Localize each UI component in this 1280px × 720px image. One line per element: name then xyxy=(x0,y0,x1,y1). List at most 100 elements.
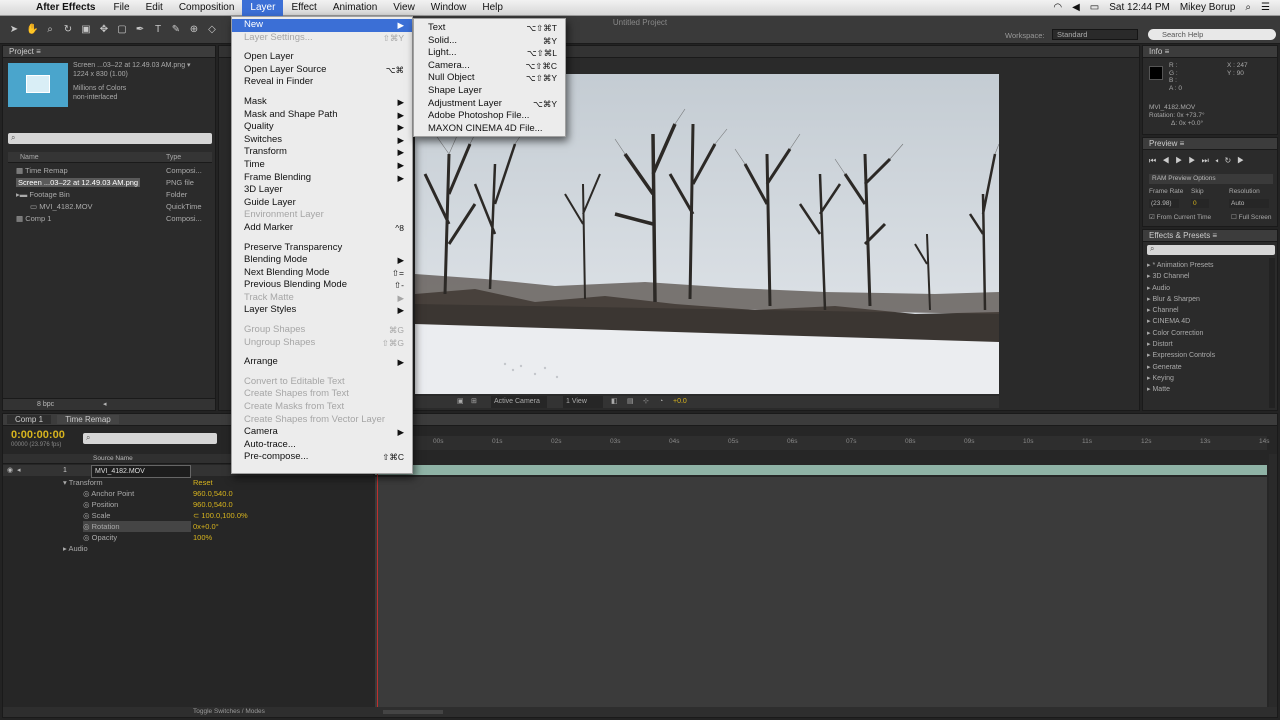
pen-tool-icon[interactable]: ✒ xyxy=(134,24,146,36)
property-rotation[interactable]: ◎ Rotation xyxy=(83,521,191,532)
play-icon[interactable]: ▶ xyxy=(1175,156,1188,165)
layer-menu-item-previous-blending-mode[interactable]: Previous Blending Mode ⇧- xyxy=(232,279,412,292)
layer-menu-item-add-marker[interactable]: Add Marker ^8 xyxy=(232,222,412,235)
menu-layer[interactable]: Layer xyxy=(242,0,284,16)
project-item[interactable]: ▭ MVI_4182.MOV QuickTime xyxy=(8,201,212,213)
layer-menu-item-frame-blending[interactable]: Frame Blending ▶ xyxy=(232,172,412,185)
timeline-toggle-icon[interactable]: ▤ xyxy=(627,396,634,408)
effects-category[interactable]: ▸ Audio xyxy=(1147,283,1215,294)
first-frame-icon[interactable]: ⏮ xyxy=(1149,156,1162,165)
menu-window[interactable]: Window xyxy=(423,0,475,16)
property-opacity[interactable]: ◎ Opacity xyxy=(83,532,117,543)
clone-tool-icon[interactable]: ⊕ xyxy=(188,24,200,36)
effects-category[interactable]: ▸ * Animation Presets xyxy=(1147,260,1215,271)
current-timecode[interactable]: 0:00:00:00 xyxy=(11,429,65,441)
column-name[interactable]: Name xyxy=(20,152,39,163)
audio-toggle-icon[interactable]: ◂ xyxy=(17,465,21,476)
project-item[interactable]: ▦ Comp 1 Composi... xyxy=(8,213,212,225)
menu-animation[interactable]: Animation xyxy=(325,0,385,16)
project-item-selected[interactable]: Screen ...03–22 at 12.49.03 AM.png PNG fi… xyxy=(8,177,212,189)
property-position[interactable]: ◎ Position xyxy=(83,499,118,510)
layer-menu-item-switches[interactable]: Switches ▶ xyxy=(232,134,412,147)
timeline-search-input[interactable]: ⌕ xyxy=(83,433,217,444)
project-search-input[interactable]: ⌕ xyxy=(8,133,212,144)
region-toggle-icon[interactable]: ▣ xyxy=(457,396,464,408)
effects-category[interactable]: ▸ Matte xyxy=(1147,384,1215,395)
layer-menu-item-time[interactable]: Time ▶ xyxy=(232,159,412,172)
timeline-graph-area[interactable] xyxy=(375,477,1267,709)
bpc-toggle[interactable]: 8 bpc xyxy=(37,401,54,408)
opacity-value[interactable]: 100% xyxy=(193,532,212,543)
resolution-select[interactable]: Auto xyxy=(1229,199,1269,208)
type-tool-icon[interactable]: T xyxy=(152,24,164,36)
notification-icon[interactable]: ☰ xyxy=(1261,2,1270,13)
audio-group[interactable]: ▸ Audio xyxy=(63,543,88,554)
effects-category[interactable]: ▸ Generate xyxy=(1147,362,1215,373)
effects-category[interactable]: ▸ CINEMA 4D xyxy=(1147,316,1215,327)
menu-edit[interactable]: Edit xyxy=(138,0,171,16)
tab-time-remap[interactable]: Time Remap xyxy=(57,415,119,424)
views-select[interactable]: 1 View xyxy=(563,396,603,408)
preview-tab[interactable]: Preview ≡ xyxy=(1143,138,1277,150)
reset-exposure-icon[interactable]: ◔ xyxy=(659,396,663,408)
flowchart-icon[interactable]: ⊹ xyxy=(643,396,649,408)
column-type[interactable]: Type xyxy=(166,152,181,163)
info-tab[interactable]: Info ≡ xyxy=(1143,46,1277,58)
layer-menu-item-layer-styles[interactable]: Layer Styles ▶ xyxy=(232,304,412,317)
ram-preview-icon[interactable]: ▶ xyxy=(1237,156,1250,165)
hand-tool-icon[interactable]: ✋ xyxy=(26,24,38,36)
new-submenu-item-solid[interactable]: Solid... ⌘Y xyxy=(414,35,565,48)
menu-effect[interactable]: Effect xyxy=(283,0,324,16)
app-name[interactable]: After Effects xyxy=(36,2,95,13)
layer-menu-item-transform[interactable]: Transform ▶ xyxy=(232,146,412,159)
user-name[interactable]: Mikey Borup xyxy=(1180,2,1236,13)
grid-toggle-icon[interactable]: ⊞ xyxy=(471,396,477,408)
project-tab[interactable]: Project ≡ xyxy=(3,46,215,58)
new-submenu-item-adobe-photoshop-file[interactable]: Adobe Photoshop File... xyxy=(414,110,565,123)
transform-group[interactable]: ▾ Transform xyxy=(63,477,103,488)
transform-reset[interactable]: Reset xyxy=(193,477,213,488)
volume-icon[interactable]: ◀ xyxy=(1072,2,1080,13)
layer-menu-item-pre-compose[interactable]: Pre-compose... ⇧⌘C xyxy=(232,451,412,464)
menu-composition[interactable]: Composition xyxy=(171,0,243,16)
new-submenu-item-camera[interactable]: Camera... ⌥⇧⌘C xyxy=(414,60,565,73)
new-submenu-item-shape-layer[interactable]: Shape Layer xyxy=(414,85,565,98)
spotlight-icon[interactable]: ⌕ xyxy=(1245,2,1251,13)
battery-icon[interactable]: ▭ xyxy=(1090,2,1099,13)
layer-menu-item-guide-layer[interactable]: Guide Layer xyxy=(232,197,412,210)
effects-search-input[interactable]: ⌕ xyxy=(1147,244,1275,255)
toggle-switches-modes[interactable]: Toggle Switches / Modes xyxy=(193,707,265,717)
layer-menu-item-preserve-transparency[interactable]: Preserve Transparency xyxy=(232,242,412,255)
layer-duration-bar[interactable] xyxy=(375,465,1267,475)
selection-tool-icon[interactable]: ➤ xyxy=(8,24,20,36)
effects-category[interactable]: ▸ Channel xyxy=(1147,305,1215,316)
anchor-point-value[interactable]: 960.0,540.0 xyxy=(193,488,233,499)
layer-menu-item-reveal-in-finder[interactable]: Reveal in Finder xyxy=(232,76,412,89)
layer-menu-item-auto-trace[interactable]: Auto-trace... xyxy=(232,439,412,452)
last-frame-icon[interactable]: ⏭ xyxy=(1202,156,1215,165)
visibility-icon[interactable]: ◉ xyxy=(7,465,13,476)
zoom-tool-icon[interactable]: ⌕ xyxy=(44,24,56,36)
effects-category[interactable]: ▸ 3D Channel xyxy=(1147,271,1215,282)
project-item[interactable]: ▸▬ Footage Bin Folder xyxy=(8,189,212,201)
layer-menu-item-camera[interactable]: Camera ▶ xyxy=(232,426,412,439)
layer-menu-item-open-layer[interactable]: Open Layer xyxy=(232,51,412,64)
tab-comp-1[interactable]: Comp 1 xyxy=(7,415,52,424)
search-help-input[interactable]: Search Help xyxy=(1148,29,1276,40)
new-submenu-item-maxon-cinema-4d-file[interactable]: MAXON CINEMA 4D File... xyxy=(414,123,565,136)
fast-preview-icon[interactable]: ◧ xyxy=(611,396,618,408)
effects-category[interactable]: ▸ Blur & Sharpen xyxy=(1147,294,1215,305)
layer-menu-item-3d-layer[interactable]: 3D Layer xyxy=(232,184,412,197)
new-submenu-item-null-object[interactable]: Null Object ⌥⇧⌘Y xyxy=(414,72,565,85)
menu-help[interactable]: Help xyxy=(474,0,511,16)
layer-menu-item-quality[interactable]: Quality ▶ xyxy=(232,121,412,134)
layer-menu-item-blending-mode[interactable]: Blending Mode ▶ xyxy=(232,254,412,267)
pan-behind-tool-icon[interactable]: ✥ xyxy=(98,24,110,36)
view-select[interactable]: Active Camera xyxy=(491,396,547,408)
exposure-value[interactable]: +0.0 xyxy=(673,396,687,408)
trash-icon[interactable]: ◂ xyxy=(103,399,107,411)
full-screen-checkbox[interactable]: ☐ Full Screen xyxy=(1231,213,1272,221)
layer-menu-item-arrange[interactable]: Arrange ▶ xyxy=(232,356,412,369)
layer-menu-item-new[interactable]: New ▶ xyxy=(232,19,412,32)
skip-value[interactable]: 0 xyxy=(1191,199,1209,208)
